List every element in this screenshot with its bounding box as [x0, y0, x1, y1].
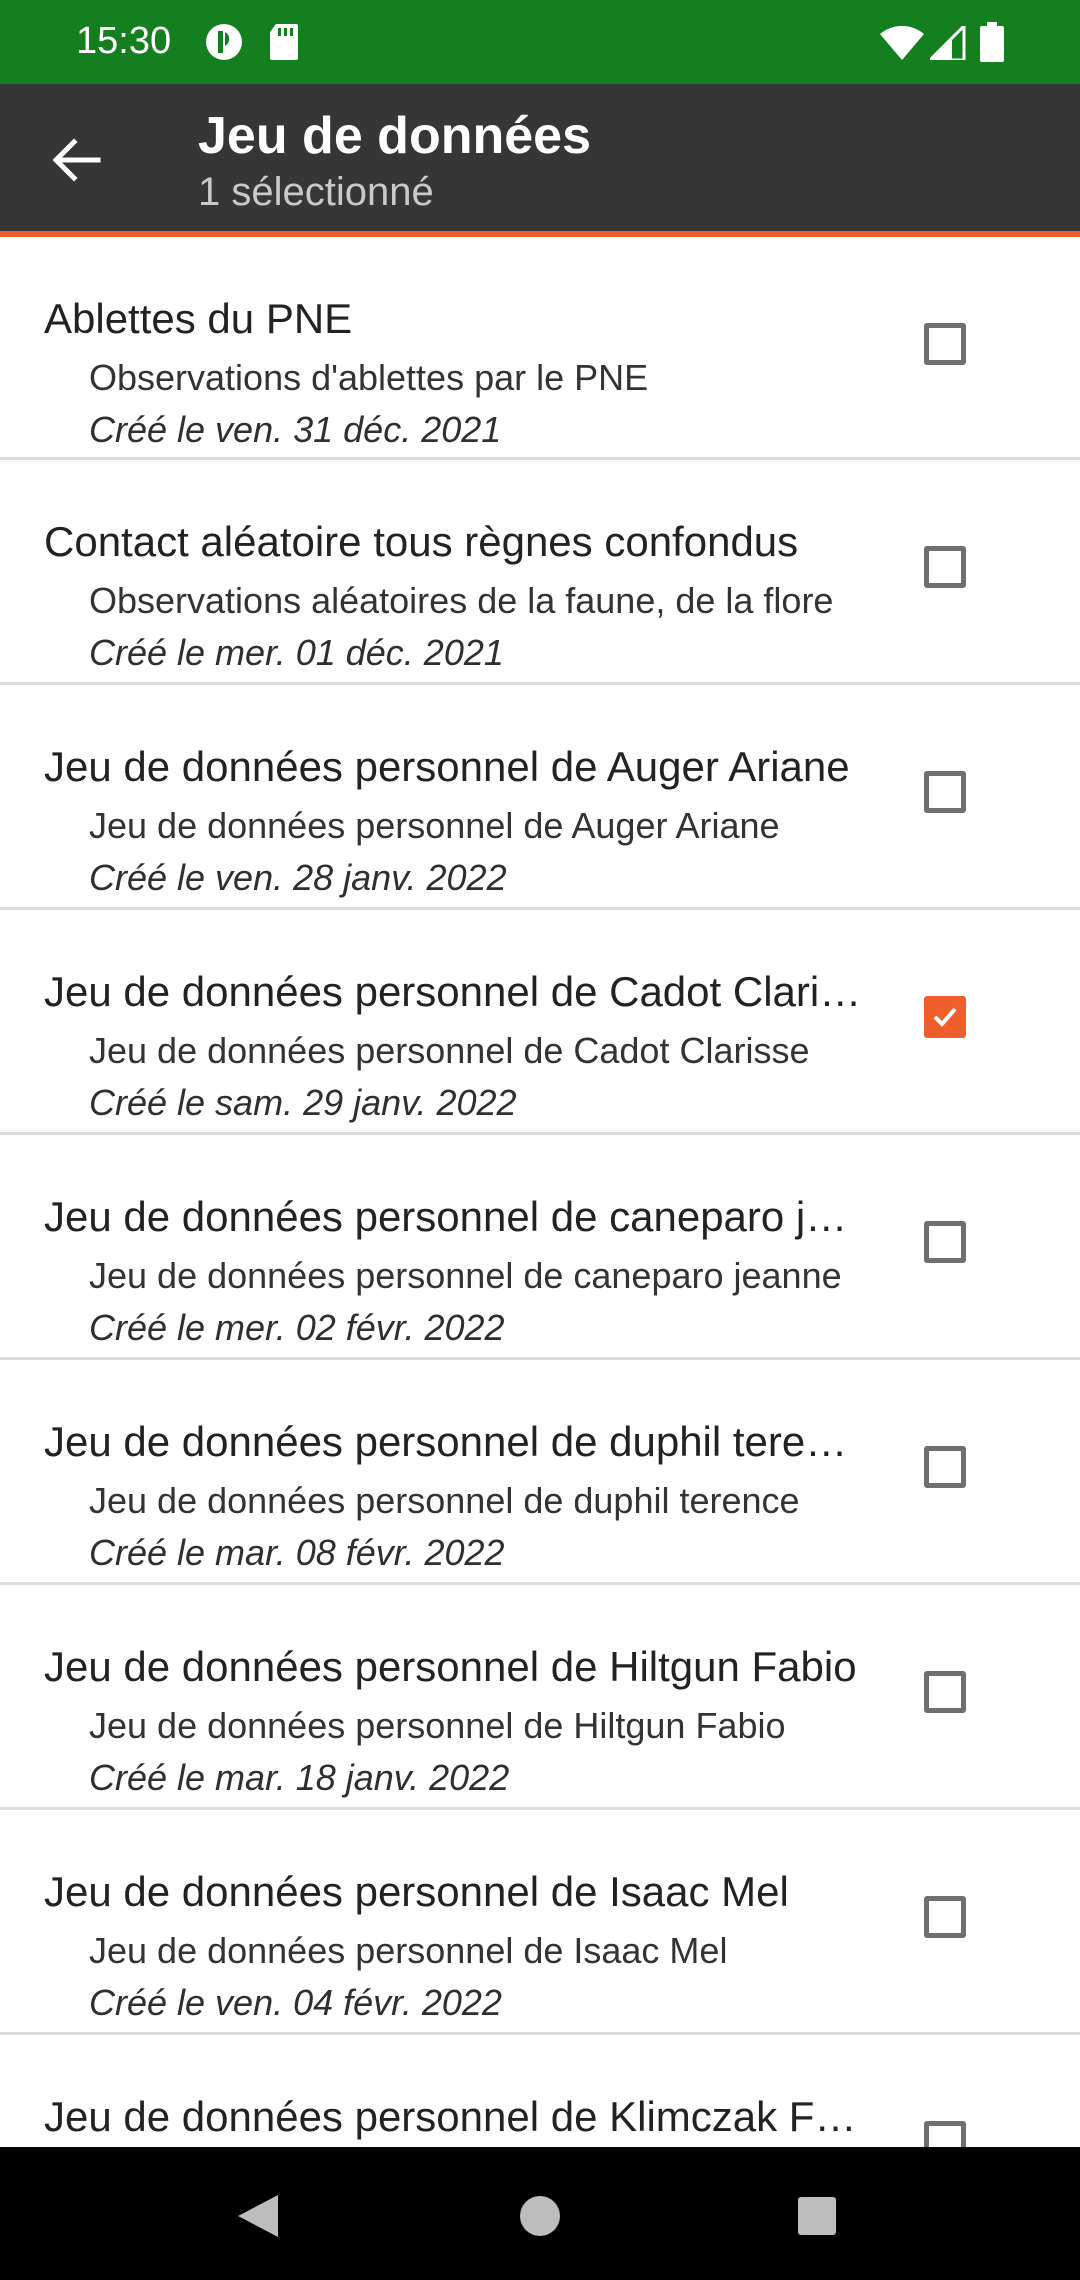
dataset-row[interactable]: Ablettes du PNE Observations d'ablettes p… — [0, 237, 1080, 460]
dataset-row[interactable]: Jeu de données personnel de Cadot Claris… — [0, 910, 1080, 1135]
dataset-row[interactable]: Jeu de données personnel de Hiltgun Fabi… — [0, 1585, 1080, 1810]
dataset-checkbox[interactable] — [924, 1446, 966, 1488]
dataset-name: Jeu de données personnel de duphil teren… — [44, 1418, 864, 1465]
dataset-name: Jeu de données personnel de caneparo jea… — [44, 1193, 864, 1240]
dataset-name: Jeu de données personnel de Auger Ariane — [44, 743, 850, 790]
dataset-checkbox[interactable] — [924, 771, 966, 813]
dataset-checkbox[interactable] — [924, 1671, 966, 1713]
dataset-description: Jeu de données personnel de Isaac Mel — [89, 1930, 728, 1971]
dataset-created-date: Créé le ven. 28 janv. 2022 — [89, 857, 507, 898]
selection-count: 1 sélectionné — [198, 170, 434, 214]
app-bar: Jeu de données 1 sélectionné — [0, 84, 1080, 237]
dataset-name: Jeu de données personnel de Cadot Claris… — [44, 968, 864, 1015]
cell-signal-icon — [926, 22, 966, 65]
dataset-checkbox[interactable] — [924, 1221, 966, 1263]
dataset-row[interactable]: Jeu de données personnel de caneparo jea… — [0, 1135, 1080, 1360]
dataset-description: Jeu de données personnel de Cadot Claris… — [89, 1030, 810, 1071]
dataset-row[interactable]: Jeu de données personnel de duphil teren… — [0, 1360, 1080, 1585]
dataset-row[interactable]: Contact aléatoire tous règnes confondus O… — [0, 460, 1080, 685]
dataset-name: Jeu de données personnel de Klimczak Fan… — [44, 2093, 864, 2140]
dataset-created-date: Créé le ven. 04 févr. 2022 — [89, 1982, 502, 2023]
dataset-created-date: Créé le mer. 01 déc. 2021 — [89, 632, 504, 673]
dataset-description: Jeu de données personnel de Auger Ariane — [89, 805, 780, 846]
dataset-created-date: Créé le mer. 02 févr. 2022 — [89, 1307, 505, 1348]
home-circle-icon[interactable] — [519, 2195, 561, 2242]
dataset-name: Jeu de données personnel de Hiltgun Fabi… — [44, 1643, 857, 1690]
dataset-created-date: Créé le mar. 08 févr. 2022 — [89, 1532, 505, 1573]
dataset-created-date: Créé le sam. 29 janv. 2022 — [89, 1082, 517, 1123]
dataset-description: Jeu de données personnel de duphil teren… — [89, 1480, 800, 1521]
dataset-name: Jeu de données personnel de Isaac Mel — [44, 1868, 789, 1915]
dataset-created-date: Créé le ven. 31 déc. 2021 — [89, 409, 502, 450]
dataset-created-date: Créé le mar. 18 janv. 2022 — [89, 1757, 510, 1798]
dataset-list[interactable]: Ablettes du PNE Observations d'ablettes p… — [0, 237, 1080, 2147]
dataset-name: Ablettes du PNE — [44, 295, 353, 342]
recents-square-icon[interactable] — [797, 2196, 837, 2241]
dataset-row[interactable]: Jeu de données personnel de Klimczak Fan… — [0, 2035, 1080, 2147]
wifi-icon — [880, 25, 924, 65]
dataset-description: Jeu de données personnel de Hiltgun Fabi… — [89, 1705, 786, 1746]
dataset-name: Contact aléatoire tous règnes confondus — [44, 518, 799, 565]
dataset-description: Observations aléatoires de la faune, de … — [89, 580, 834, 621]
page-title: Jeu de données — [198, 107, 591, 165]
sd-card-icon — [268, 22, 300, 67]
dataset-row[interactable]: Jeu de données personnel de Auger Ariane… — [0, 685, 1080, 910]
dataset-checkbox[interactable] — [924, 546, 966, 588]
arrow-back-icon[interactable] — [50, 134, 102, 186]
status-time: 15:30 — [76, 20, 172, 62]
dataset-checkbox[interactable] — [924, 996, 966, 1038]
app-notification-icon — [204, 22, 244, 67]
dataset-description: Jeu de données personnel de caneparo jea… — [89, 1255, 842, 1296]
checkmark-icon — [933, 1007, 957, 1027]
dataset-row[interactable]: Jeu de données personnel de Isaac Mel Jeu… — [0, 1810, 1080, 2035]
dataset-checkbox[interactable] — [924, 323, 966, 365]
dataset-checkbox[interactable] — [924, 2121, 966, 2147]
back-triangle-icon[interactable] — [236, 2193, 280, 2244]
system-nav-bar — [0, 2147, 1080, 2280]
status-bar: 15:30 — [0, 0, 1080, 84]
dataset-description: Observations d'ablettes par le PNE — [89, 357, 649, 398]
dataset-checkbox[interactable] — [924, 1896, 966, 1938]
battery-icon — [980, 22, 1004, 67]
